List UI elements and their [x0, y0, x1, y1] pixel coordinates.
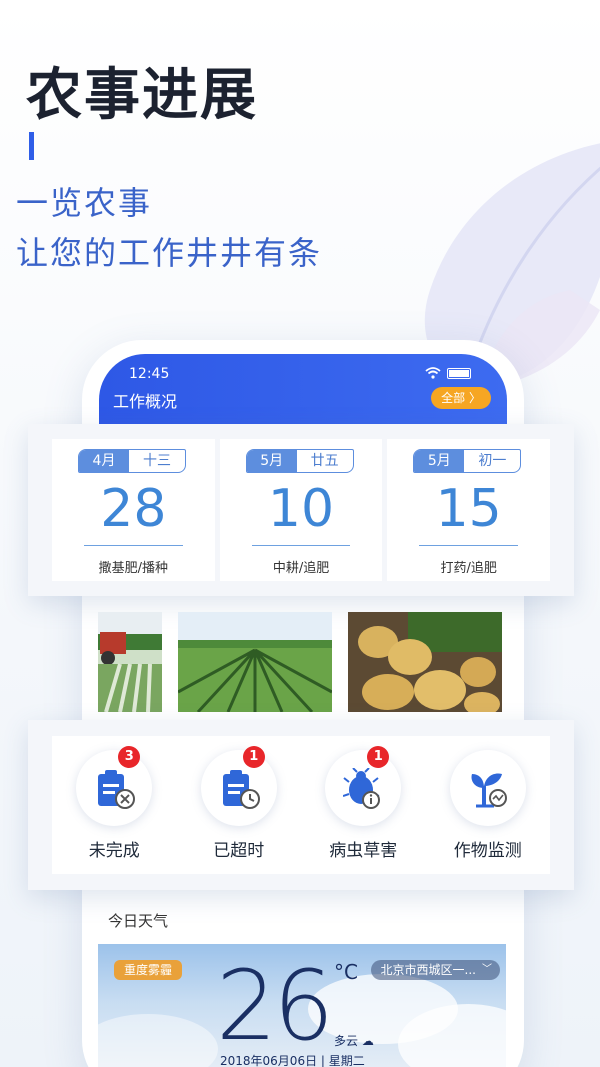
- month-label: 5月: [414, 450, 465, 472]
- function-incomplete[interactable]: 3 未完成: [59, 746, 169, 861]
- cloud-icon: ☁: [361, 1034, 374, 1048]
- chevron-down-icon: ﹀: [482, 964, 492, 975]
- weather-section-title: 今日天气: [108, 912, 169, 930]
- lunar-day-label: 廿五: [310, 453, 339, 469]
- month-label: 4月: [79, 450, 129, 472]
- hero-accent-bar: [29, 132, 34, 160]
- temperature-unit: °C: [334, 960, 358, 984]
- schedule-item[interactable]: 5月 廿五 10 中耕/追肥: [219, 439, 383, 581]
- divider: [419, 545, 519, 546]
- location-label: 北京市西城区一...: [380, 963, 476, 977]
- function-crop-monitor[interactable]: 作物监测: [433, 750, 543, 861]
- schedule-card: 4月 十三 28 撒基肥/播种 5月 廿五 10 中耕/追肥 5月 初一 15 …: [28, 424, 574, 596]
- tractor-spraying-photo[interactable]: [98, 612, 162, 712]
- hero-title: 农事进展: [26, 63, 258, 128]
- clipboard-clock-icon: [222, 770, 260, 809]
- function-label: 已超时: [213, 841, 265, 861]
- date-tag: 5月 初一: [413, 449, 522, 473]
- schedule-item[interactable]: 5月 初一 15 打药/追肥: [387, 439, 551, 581]
- temperature-value: 26: [216, 950, 334, 1062]
- cloud-decoration: [98, 1014, 218, 1067]
- badge-count: 1: [367, 746, 390, 768]
- field-photos: [98, 612, 502, 714]
- date-tag: 5月 廿五: [245, 449, 354, 473]
- divider: [251, 545, 351, 546]
- lunar-day-label: 初一: [478, 453, 507, 469]
- pest-info-icon: [343, 768, 381, 809]
- lunar-day-label: 十三: [143, 453, 171, 469]
- day-number: 10: [267, 479, 335, 539]
- date-tag: 4月 十三: [78, 449, 186, 473]
- function-label: 作物监测: [453, 841, 522, 861]
- status-time: 12:45: [129, 366, 170, 382]
- battery-icon: [447, 367, 471, 379]
- day-number: 15: [435, 479, 502, 539]
- weather-panel[interactable]: 重度雾霾 26 °C 北京市西城区一... ﹀ 多云 ☁ 2018年06月06日…: [98, 944, 506, 1067]
- function-label: 未完成: [88, 841, 140, 861]
- wifi-icon: [425, 367, 441, 379]
- green-field-photo[interactable]: [178, 612, 332, 712]
- plant-monitor-icon: [471, 773, 507, 808]
- badge-count: 1: [242, 746, 265, 768]
- air-quality-badge: 重度雾霾: [114, 960, 183, 980]
- task-label: 撒基肥/播种: [98, 561, 169, 576]
- location-selector[interactable]: 北京市西城区一... ﹀: [370, 960, 500, 980]
- hero-tagline-1: 一览农事: [16, 184, 153, 222]
- task-label: 中耕/追肥: [272, 561, 330, 576]
- divider: [84, 545, 183, 546]
- day-number: 28: [100, 479, 167, 539]
- function-card: 3 未完成 1 已超时 1 病虫草害 作物监测: [28, 720, 574, 890]
- function-pests[interactable]: 1 病虫草害: [308, 746, 418, 861]
- app-title: 工作概况: [113, 392, 178, 411]
- clipboard-cancel-icon: [98, 770, 136, 809]
- condition-label: 多云: [334, 1034, 359, 1048]
- badge-count: 3: [118, 746, 141, 768]
- hero-tagline-2: 让您的工作井井有条: [16, 234, 323, 272]
- task-label: 打药/追肥: [440, 561, 497, 576]
- potato-harvest-photo[interactable]: [348, 612, 502, 712]
- weather-condition: 多云 ☁: [334, 1032, 374, 1049]
- weather-date: 2018年06月06日 | 星期二: [220, 1054, 365, 1067]
- month-label: 5月: [246, 450, 297, 472]
- all-button[interactable]: 全部 〉: [431, 387, 491, 409]
- function-overdue[interactable]: 1 已超时: [184, 746, 294, 861]
- function-label: 病虫草害: [329, 841, 398, 861]
- schedule-item[interactable]: 4月 十三 28 撒基肥/播种: [52, 439, 215, 581]
- status-icons: [425, 367, 471, 379]
